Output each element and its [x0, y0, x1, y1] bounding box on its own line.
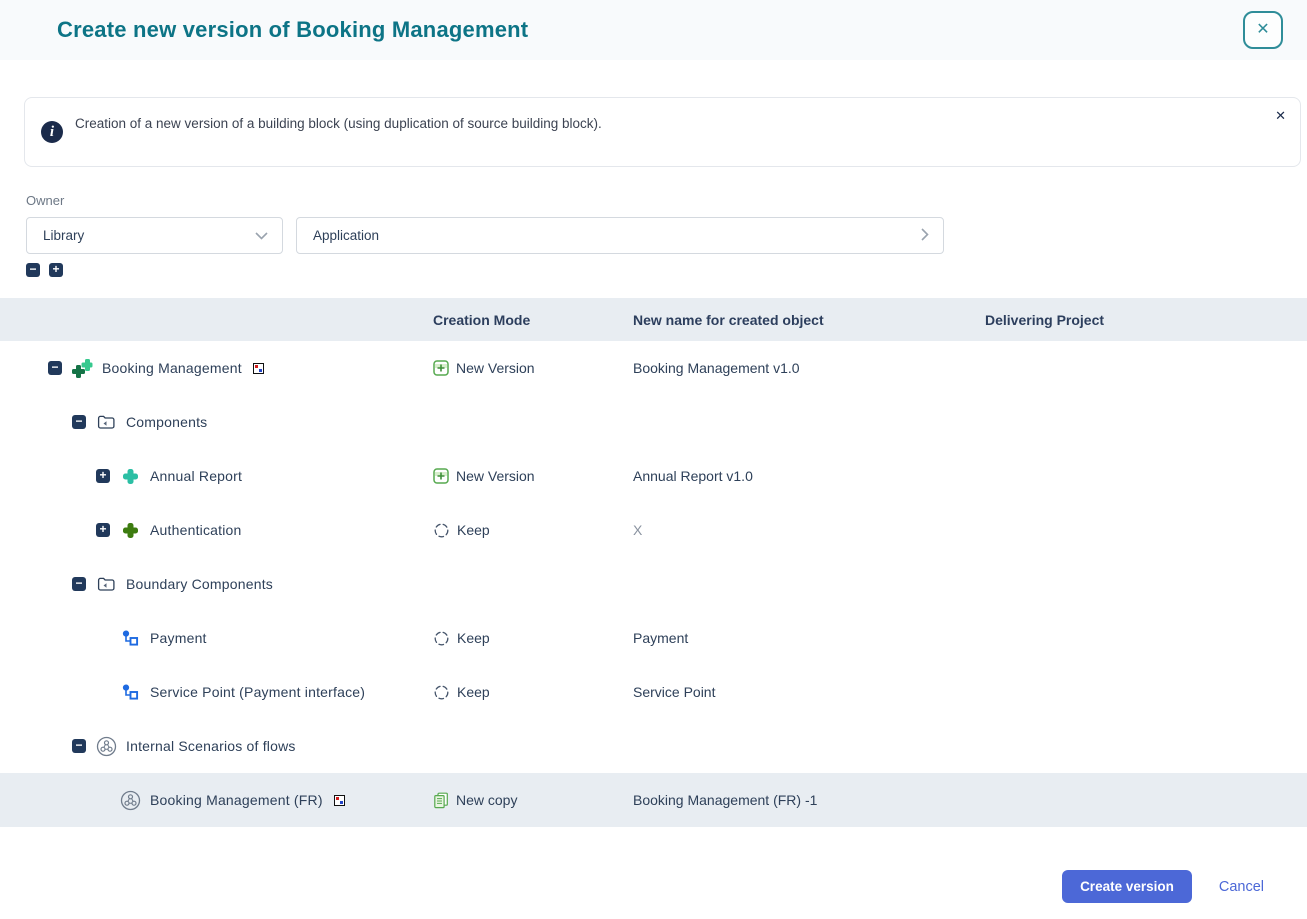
collapse-node-button[interactable] — [72, 577, 86, 591]
tree-item-label: Internal Scenarios of flows — [126, 738, 296, 754]
creation-mode-label: Keep — [457, 522, 490, 538]
tree-row[interactable]: Authentication Keep X — [0, 503, 1307, 557]
owner-label: Owner — [26, 193, 1283, 208]
interface-icon — [119, 681, 141, 703]
tree-row[interactable]: Internal Scenarios of flows — [0, 719, 1307, 773]
folder-icon — [95, 411, 117, 433]
scenario-icon — [95, 735, 117, 757]
creation-mode-cell[interactable]: New Version — [425, 360, 625, 376]
building-block-icon — [71, 357, 93, 379]
info-banner: i Creation of a new version of a buildin… — [24, 97, 1301, 167]
creation-mode-label: New copy — [456, 792, 517, 808]
new-copy-icon — [433, 792, 449, 809]
new-version-icon — [433, 468, 449, 484]
puzzle-green-icon — [119, 519, 141, 541]
dialog-close-button[interactable]: ✕ — [1243, 11, 1283, 49]
column-header-delivering-project: Delivering Project — [977, 312, 1307, 328]
close-icon: ✕ — [1256, 21, 1269, 38]
dialog-footer: Create version Cancel — [1062, 870, 1264, 903]
info-icon: i — [41, 121, 63, 143]
column-header-creation-mode: Creation Mode — [425, 312, 625, 328]
folder-icon — [95, 573, 117, 595]
collapse-all-button[interactable] — [26, 263, 40, 277]
info-banner-text: Creation of a new version of a building … — [75, 116, 602, 131]
creation-mode-cell[interactable]: New copy — [425, 792, 625, 809]
creation-mode-label: Keep — [457, 684, 490, 700]
expand-node-button[interactable] — [96, 469, 110, 483]
column-header-new-name: New name for created object — [625, 312, 977, 328]
owner-type-value: Library — [43, 228, 84, 243]
creation-mode-label: Keep — [457, 630, 490, 646]
version-tree-table: Creation Mode New name for created objec… — [0, 298, 1307, 827]
table-header-row: Creation Mode New name for created objec… — [0, 298, 1307, 341]
tree-row[interactable]: Boundary Components — [0, 557, 1307, 611]
scenario-icon — [119, 789, 141, 811]
dialog-title: Create new version of Booking Management — [57, 17, 528, 43]
owner-scope-picker[interactable]: Application — [296, 217, 944, 254]
tree-row[interactable]: Annual Report New Version Annual Report … — [0, 449, 1307, 503]
creation-mode-label: New Version — [456, 468, 535, 484]
keep-icon — [433, 522, 450, 539]
new-name-value: Booking Management v1.0 — [625, 360, 977, 376]
creation-mode-cell[interactable]: Keep — [425, 630, 625, 647]
creation-mode-cell[interactable]: Keep — [425, 522, 625, 539]
cancel-link[interactable]: Cancel — [1219, 879, 1264, 895]
tree-item-label: Booking Management — [102, 360, 242, 376]
owner-type-select[interactable]: Library — [26, 217, 283, 254]
new-name-value: Payment — [625, 630, 977, 646]
expand-node-button[interactable] — [96, 523, 110, 537]
chevron-right-icon — [921, 228, 929, 244]
version-badge-icon — [253, 363, 264, 374]
tree-item-label: Service Point (Payment interface) — [150, 684, 365, 700]
tree-row[interactable]: Booking Management New Version Booking M… — [0, 341, 1307, 395]
version-badge-icon — [334, 795, 345, 806]
tree-item-label: Payment — [150, 630, 207, 646]
puzzle-teal-icon — [119, 465, 141, 487]
tree-item-label: Booking Management (FR) — [150, 792, 323, 808]
tree-row[interactable]: Components — [0, 395, 1307, 449]
new-name-value: X — [625, 522, 977, 538]
creation-mode-cell[interactable]: New Version — [425, 468, 625, 484]
tree-item-label: Authentication — [150, 522, 242, 538]
keep-icon — [433, 630, 450, 647]
tree-row[interactable]: Payment Keep Payment — [0, 611, 1307, 665]
collapse-node-button[interactable] — [48, 361, 62, 375]
owner-scope-value: Application — [313, 228, 379, 243]
dialog-header: Create new version of Booking Management… — [0, 0, 1307, 60]
banner-close-icon[interactable]: ✕ — [1275, 108, 1286, 124]
create-version-button[interactable]: Create version — [1062, 870, 1192, 903]
keep-icon — [433, 684, 450, 701]
creation-mode-cell[interactable]: Keep — [425, 684, 625, 701]
new-name-value: Service Point — [625, 684, 977, 700]
collapse-node-button[interactable] — [72, 415, 86, 429]
tree-item-label: Boundary Components — [126, 576, 273, 592]
tree-item-label: Annual Report — [150, 468, 242, 484]
collapse-node-button[interactable] — [72, 739, 86, 753]
tree-item-label: Components — [126, 414, 207, 430]
tree-row[interactable]: Booking Management (FR) New copy Booking… — [0, 773, 1307, 827]
tree-row[interactable]: Service Point (Payment interface) Keep S… — [0, 665, 1307, 719]
chevron-down-icon — [255, 228, 268, 243]
new-name-value: Annual Report v1.0 — [625, 468, 977, 484]
interface-icon — [119, 627, 141, 649]
expand-all-button[interactable] — [49, 263, 63, 277]
creation-mode-label: New Version — [456, 360, 535, 376]
new-name-value: Booking Management (FR) -1 — [625, 792, 977, 808]
new-version-icon — [433, 360, 449, 376]
